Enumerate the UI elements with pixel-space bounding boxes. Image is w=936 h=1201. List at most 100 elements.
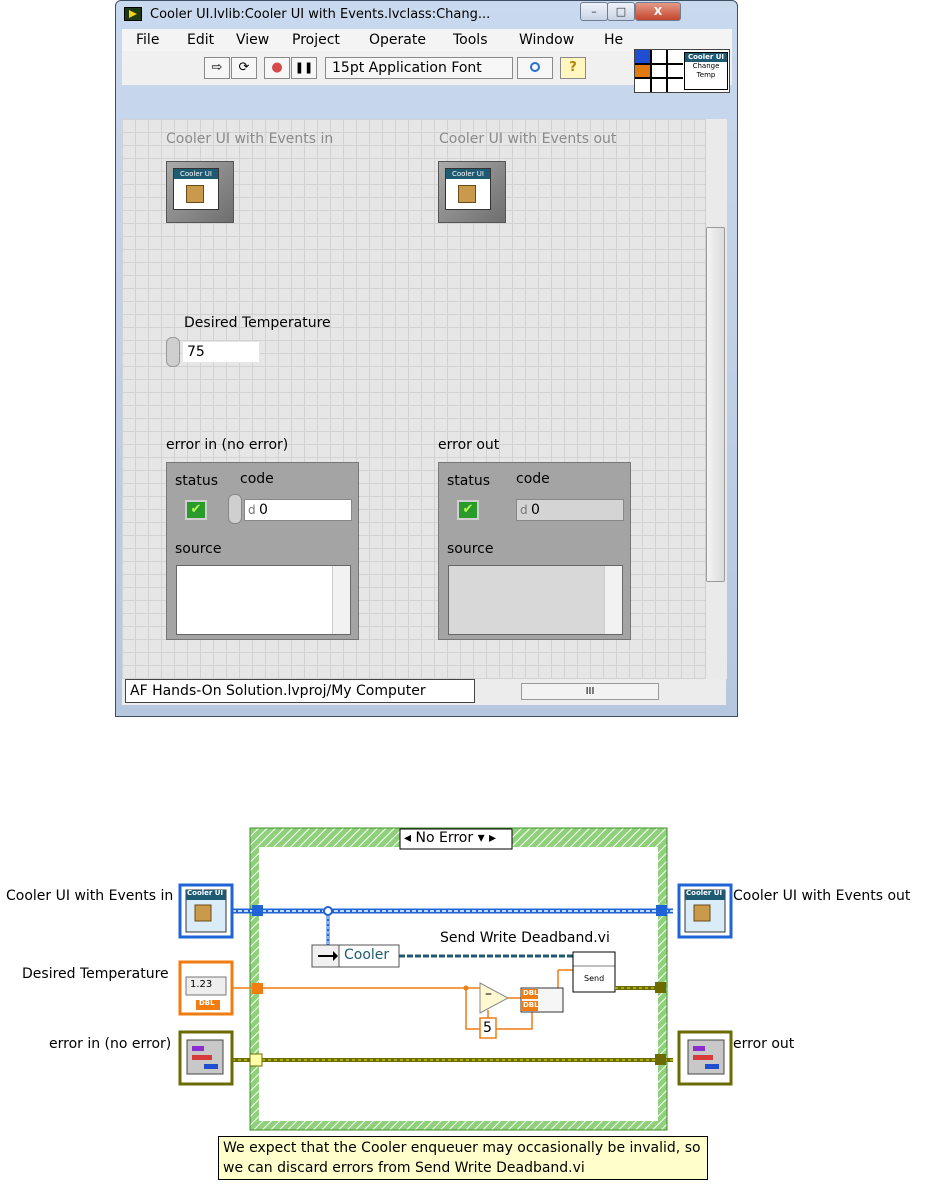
menu-window[interactable]: Window <box>519 32 574 48</box>
toolbar: ⇨ ⟳ ● ❚❚ 15pt Application Font ? Cooler … <box>122 49 732 93</box>
code-increment-arrows[interactable] <box>228 494 242 524</box>
pause-button[interactable]: ❚❚ <box>291 57 317 79</box>
source-input[interactable] <box>176 565 351 635</box>
title-bar[interactable]: Cooler UI.lvlib:Cooler UI with Events.lv… <box>116 1 737 25</box>
wire-junction <box>323 906 333 916</box>
subvi-label: Send Write Deadband.vi <box>440 930 610 946</box>
radix-label: d <box>248 503 256 517</box>
class-in-label: Cooler UI with Events in <box>166 131 334 147</box>
window-title: Cooler UI.lvlib:Cooler UI with Events.lv… <box>150 7 491 22</box>
error-out-cluster: status code ✔ d 0 source <box>438 462 631 640</box>
run-continuously-button[interactable]: ⟳ <box>231 57 257 79</box>
error-out-label: error out <box>438 437 500 453</box>
search-icon <box>530 62 540 72</box>
increment-decrement-arrows[interactable] <box>166 337 180 367</box>
class-icon-text: Cooler UI <box>446 169 490 179</box>
run-button[interactable]: ⇨ <box>204 57 230 79</box>
status-label: status <box>447 473 491 489</box>
menu-bar: File Edit View Project Operate Tools Win… <box>122 29 732 51</box>
tunnel-error-out <box>655 1054 666 1065</box>
decrement-case-icon[interactable]: ◂ <box>404 830 411 846</box>
tunnel-error-out-top <box>655 982 666 993</box>
source-scrollbar[interactable] <box>604 566 622 634</box>
vertical-scroll-thumb[interactable] <box>706 227 725 582</box>
menu-view[interactable]: View <box>236 32 269 48</box>
abort-button[interactable]: ● <box>264 57 290 79</box>
class-in-terminal-label: Cooler UI with Events in <box>6 888 174 904</box>
horizontal-scroll-thumb[interactable]: III <box>521 683 659 700</box>
chevron-down-icon[interactable]: ▾ <box>478 830 485 846</box>
dbl-type-tag: DBL <box>199 999 215 1007</box>
close-button[interactable]: X <box>635 2 681 21</box>
menu-file[interactable]: File <box>136 32 159 48</box>
dbl-input-tag-1: DBL <box>523 989 539 997</box>
error-in-terminal-label: error in (no error) <box>49 1036 172 1052</box>
error-out-terminal-label: error out <box>733 1036 795 1052</box>
menu-operate[interactable]: Operate <box>369 32 426 48</box>
desired-temp-terminal-label: Desired Temperature <box>22 966 169 982</box>
labview-app-icon <box>124 7 142 21</box>
send-subvi <box>572 951 616 993</box>
source-label: source <box>447 541 494 557</box>
vi-icon-label: Cooler UI Change Temp <box>684 52 728 90</box>
source-label: source <box>175 541 222 557</box>
desired-temp-input[interactable]: 75 <box>182 341 260 363</box>
font-dropdown[interactable]: 15pt Application Font <box>325 57 513 79</box>
error-in-cluster: status code ✔ d 0 source <box>166 462 359 640</box>
front-panel-window: Cooler UI.lvlib:Cooler UI with Events.lv… <box>115 0 738 717</box>
code-indicator: d 0 <box>516 499 624 521</box>
box-icon <box>186 185 204 203</box>
class-out-indicator: Cooler UI <box>438 161 506 223</box>
subvi-text: Send <box>584 974 605 983</box>
unbundle-field-label: Cooler <box>344 947 390 963</box>
status-indicator: ✔ <box>457 500 479 520</box>
vi-icon-title: Cooler UI <box>685 53 727 62</box>
project-context-path: AF Hands-On Solution.lvproj/My Computer <box>125 679 475 703</box>
class-out-terminal-tag: Cooler UI <box>686 889 723 897</box>
menu-tools[interactable]: Tools <box>453 32 488 48</box>
box-icon <box>458 185 476 203</box>
radix-label: d <box>520 503 528 517</box>
numeric-junction <box>463 985 469 991</box>
case-selector-value: No Error <box>415 830 474 846</box>
diagram-comment: We expect that the Cooler enqueuer may o… <box>218 1136 708 1180</box>
source-indicator <box>448 565 623 635</box>
connector-blue-terminal <box>635 50 650 63</box>
class-icon-text: Cooler UI <box>174 169 218 179</box>
code-label: code <box>240 471 274 487</box>
tunnel-temp-in <box>252 983 263 994</box>
menu-edit[interactable]: Edit <box>187 32 214 48</box>
class-in-terminal-tag: Cooler UI <box>187 889 224 897</box>
dbl-value-tag: 1.23 <box>190 979 213 990</box>
menu-help[interactable]: He <box>604 32 623 48</box>
class-out-label: Cooler UI with Events out <box>439 131 617 147</box>
minimize-button[interactable]: – <box>580 2 608 21</box>
error-selector-tunnel <box>249 1053 263 1067</box>
code-value: 0 <box>259 502 268 518</box>
case-selector-label[interactable]: ◂ No Error ▾ ▸ <box>404 830 496 846</box>
connector-orange-terminal <box>635 65 650 77</box>
class-out-terminal-label: Cooler UI with Events out <box>733 888 911 904</box>
source-scrollbar[interactable] <box>332 566 350 634</box>
align-search-button[interactable] <box>517 57 553 79</box>
tunnel-class-out <box>656 905 667 916</box>
code-value: 0 <box>531 502 540 518</box>
desired-temp-label: Desired Temperature <box>184 315 331 331</box>
constant-value: 5 <box>483 1020 492 1036</box>
vi-icon-caption: Change Temp <box>692 62 720 79</box>
increment-case-icon[interactable]: ▸ <box>489 830 496 846</box>
maximize-button[interactable]: □ <box>607 2 635 21</box>
status-checkbox[interactable]: ✔ <box>185 500 207 520</box>
tunnel-class-in <box>252 905 263 916</box>
code-input[interactable]: d 0 <box>244 499 352 521</box>
vi-icon[interactable]: Cooler UI Change Temp <box>634 49 730 93</box>
error-in-label: error in (no error) <box>166 437 289 453</box>
status-label: status <box>175 473 219 489</box>
help-button[interactable]: ? <box>560 57 586 79</box>
subtract-glyph: – <box>485 986 492 1002</box>
class-in-control[interactable]: Cooler UI <box>166 161 234 223</box>
dbl-input-tag-2: DBL <box>523 1001 539 1009</box>
front-panel-canvas: Cooler UI with Events in Cooler UI Coole… <box>122 119 705 679</box>
code-label: code <box>516 471 550 487</box>
menu-project[interactable]: Project <box>292 32 340 48</box>
